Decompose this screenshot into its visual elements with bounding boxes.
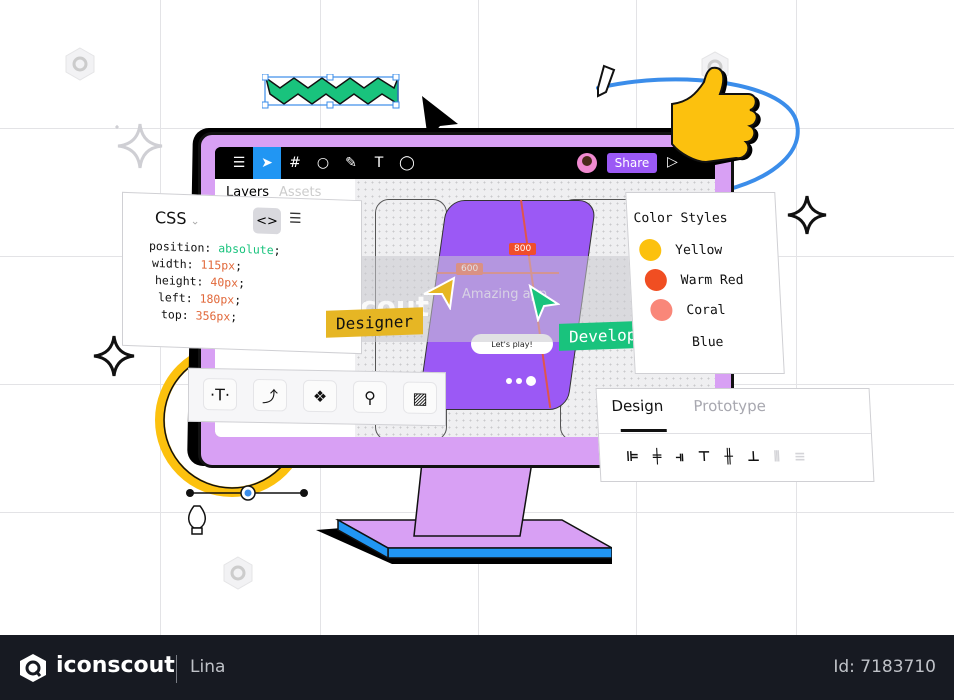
designer-cursor-icon [423,276,456,310]
color-style-item[interactable]: Coral [649,299,726,321]
thumbs-up-icon [671,66,761,166]
image-tool-icon[interactable]: ▨ [403,381,437,415]
active-tab-indicator [620,429,667,432]
stamp-tool-icon[interactable]: ⚲ [353,380,387,414]
color-styles-title: Color Styles [633,211,728,226]
color-swatch [638,239,662,261]
color-swatch [649,299,673,321]
distribute-h-icon[interactable]: ⦀ [773,449,780,465]
footer-brand: iconscout [56,653,175,678]
measure-label-v: 800 [509,243,537,255]
css-panel-title[interactable]: CSS ⌄ [155,208,200,229]
pen-icon[interactable]: ✎ [337,147,365,179]
avatar[interactable] [577,153,597,173]
chevron-down-icon: ⌄ [190,214,200,228]
align-center-h-icon[interactable]: ╪ [653,449,662,465]
alignment-toolbar: ⊫ ╪ ⫣ ⊤ ╫ ⊥ ⦀ ≡ [626,449,806,465]
color-styles-panel: Color Styles Yellow Warm Red Coral Blue [625,192,785,374]
footer-bar: iconscout Lina Id: 7183710 [0,635,954,700]
footer-asset-id: Id: 7183710 [833,657,936,677]
watermark-hex-icon [65,47,95,81]
iconscout-logo-icon [20,654,46,682]
ellipse-icon[interactable]: ○ [309,147,337,179]
sparkle-icon [114,123,163,169]
comment-icon[interactable]: ◯ [393,147,421,179]
align-middle-v-icon[interactable]: ╫ [724,449,733,465]
app-toolbar: ☰ ➤ # ○ ✎ T ◯ Share ▷ [215,147,715,179]
footer-divider [176,655,177,683]
sparkle-icon [787,195,827,235]
insert-tools-panel: ·T· ⤴ ❖ ⚲ ▨ [188,367,446,427]
design-properties-panel: Design Prototype ⊫ ╪ ⫣ ⊤ ╫ ⊥ ⦀ ≡ [595,388,875,482]
color-style-item[interactable]: Yellow [638,239,723,261]
list-view-icon[interactable]: ☰ [289,211,302,227]
text-icon[interactable]: T [365,147,393,179]
watermark-hex-icon [223,556,253,590]
tab-prototype[interactable]: Prototype [693,397,766,415]
cursor-icon[interactable]: ➤ [253,147,281,179]
code-view-button[interactable]: <> [253,207,281,235]
color-swatch [656,331,679,353]
align-left-icon[interactable]: ⊫ [626,449,640,465]
footer-author: Lina [190,657,226,677]
tab-design[interactable]: Design [611,397,664,415]
pager-dots [506,376,536,386]
connector-tool-icon[interactable]: ⤴ [253,378,287,412]
menu-icon[interactable]: ☰ [225,147,253,179]
align-right-icon[interactable]: ⫣ [675,449,684,465]
css-code-block: position: absolute; width: 115px; height… [149,238,281,324]
developer-cursor-icon [528,284,560,322]
align-top-icon[interactable]: ⊤ [697,449,711,465]
frame-icon[interactable]: # [281,147,309,179]
zigzag-shape-selected[interactable] [262,74,402,110]
text-box-tool-icon[interactable]: ·T· [203,378,237,411]
align-bottom-icon[interactable]: ⊥ [747,449,761,465]
distribute-v-icon[interactable]: ≡ [794,449,807,465]
color-style-item[interactable]: Warm Red [644,269,744,291]
share-button[interactable]: Share [607,153,657,173]
designer-tag: Designer [326,307,424,338]
color-swatch [644,269,668,291]
divider [598,433,871,434]
pencil-icon [597,64,616,98]
components-tool-icon[interactable]: ❖ [303,379,337,413]
color-style-item[interactable]: Blue [656,331,724,353]
